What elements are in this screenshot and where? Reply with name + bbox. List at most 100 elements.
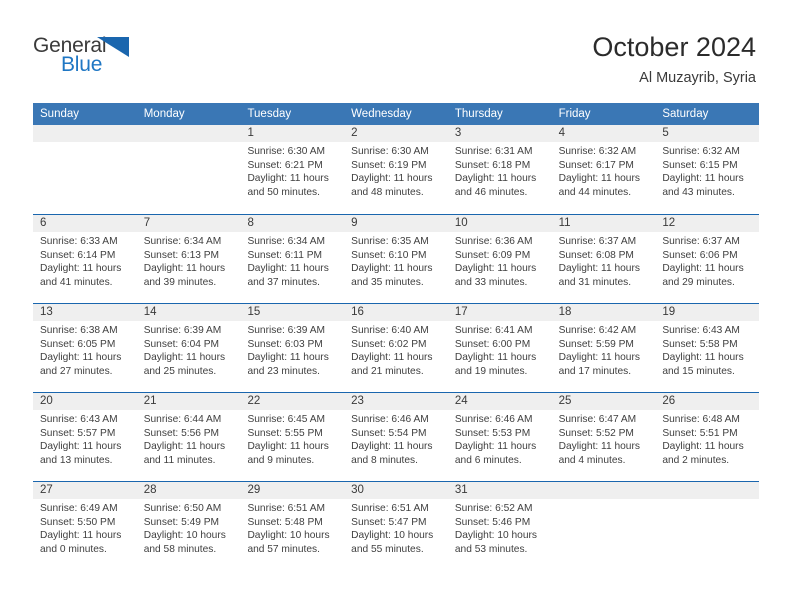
- day-number: 20: [40, 395, 53, 407]
- day-number: 29: [247, 484, 261, 496]
- day-cell[interactable]: 24 Sunrise: 6:46 AM Sunset: 5:53 PM Dayligh…: [448, 393, 552, 481]
- day-info-line: Sunset: 5:58 PM: [662, 338, 738, 350]
- day-info-line: and 8 minutes.: [351, 454, 418, 466]
- day-cell[interactable]: 15 Sunrise: 6:39 AM Sunset: 6:03 PM Dayligh…: [240, 304, 344, 392]
- day-info-line: Sunset: 6:11 PM: [247, 249, 322, 261]
- day-cell[interactable]: 19 Sunrise: 6:43 AM Sunset: 5:58 PM Dayligh…: [655, 304, 759, 392]
- day-sun-info: Sunrise: 6:39 AM Sunset: 6:04 PM Daylight:…: [144, 324, 237, 378]
- day-info-line: Daylight: 11 hours: [143, 263, 226, 275]
- day-sun-info: Sunrise: 6:35 AM Sunset: 6:10 PM Daylight:…: [351, 235, 444, 289]
- day-cell[interactable]: 1 Sunrise: 6:30 AM Sunset: 6:21 PM Daylight…: [240, 125, 344, 214]
- day-info-line: Sunset: 5:54 PM: [351, 427, 427, 439]
- day-info-line: Sunrise: 6:48 AM: [662, 414, 740, 425]
- weekday-header-tuesday: Tuesday: [247, 108, 292, 120]
- day-sun-info: Sunrise: 6:32 AM Sunset: 6:15 PM Daylight:…: [662, 145, 755, 199]
- day-cell[interactable]: 14 Sunrise: 6:39 AM Sunset: 6:04 PM Dayligh…: [137, 304, 241, 392]
- day-cell-empty: [655, 482, 759, 570]
- day-cell[interactable]: 25 Sunrise: 6:47 AM Sunset: 5:52 PM Dayligh…: [552, 393, 656, 481]
- day-info-line: Daylight: 10 hours: [143, 530, 226, 542]
- day-cell[interactable]: 5 Sunrise: 6:32 AM Sunset: 6:15 PM Daylight…: [655, 125, 759, 214]
- day-number: 18: [558, 306, 572, 318]
- day-info-line: Sunset: 5:56 PM: [143, 427, 220, 439]
- day-info-line: and 29 minutes.: [662, 276, 735, 288]
- day-sun-info: Sunrise: 6:42 AM Sunset: 5:59 PM Daylight:…: [559, 324, 652, 378]
- day-cell[interactable]: 28 Sunrise: 6:50 AM Sunset: 5:49 PM Dayligh…: [137, 482, 241, 570]
- day-info-line: Sunset: 6:08 PM: [558, 249, 634, 261]
- day-info-line: Sunrise: 6:51 AM: [351, 503, 429, 514]
- day-info-line: Sunrise: 6:37 AM: [558, 236, 637, 247]
- day-info-line: Sunset: 6:15 PM: [662, 159, 738, 171]
- weekday-header-saturday: Saturday: [662, 108, 709, 120]
- day-info-line: and 6 minutes.: [454, 454, 522, 466]
- day-cell[interactable]: 4 Sunrise: 6:32 AM Sunset: 6:17 PM Daylight…: [552, 125, 656, 214]
- day-cell[interactable]: 18 Sunrise: 6:42 AM Sunset: 5:59 PM Dayligh…: [552, 304, 656, 392]
- day-number: 15: [247, 306, 261, 318]
- day-cell[interactable]: 11 Sunrise: 6:37 AM Sunset: 6:08 PM Dayligh…: [552, 215, 656, 303]
- day-cell[interactable]: 31 Sunrise: 6:52 AM Sunset: 5:46 PM Dayligh…: [448, 482, 552, 570]
- day-info-line: Sunrise: 6:37 AM: [662, 236, 740, 247]
- day-sun-info: Sunrise: 6:46 AM Sunset: 5:54 PM Daylight:…: [351, 413, 444, 467]
- day-info-line: Sunrise: 6:52 AM: [454, 503, 533, 514]
- day-cell[interactable]: 21 Sunrise: 6:44 AM Sunset: 5:56 PM Dayligh…: [137, 393, 241, 481]
- day-sun-info: Sunrise: 6:33 AM Sunset: 6:14 PM Daylight:…: [40, 235, 133, 289]
- day-cell[interactable]: 6 Sunrise: 6:33 AM Sunset: 6:14 PM Daylight…: [33, 215, 137, 303]
- day-cell[interactable]: 22 Sunrise: 6:45 AM Sunset: 5:55 PM Dayligh…: [240, 393, 344, 481]
- weekday-header-sunday: Sunday: [40, 108, 80, 120]
- day-cell[interactable]: 10 Sunrise: 6:36 AM Sunset: 6:09 PM Dayligh…: [448, 215, 552, 303]
- day-cell[interactable]: 23 Sunrise: 6:46 AM Sunset: 5:54 PM Dayligh…: [344, 393, 448, 481]
- day-info-line: Daylight: 11 hours: [247, 263, 329, 275]
- day-sun-info: Sunrise: 6:49 AM Sunset: 5:50 PM Daylight:…: [40, 502, 133, 556]
- day-number: 16: [351, 306, 364, 318]
- day-cell[interactable]: 8 Sunrise: 6:34 AM Sunset: 6:11 PM Daylight…: [240, 215, 344, 303]
- day-info-line: Sunset: 5:55 PM: [247, 427, 323, 439]
- day-cell[interactable]: 3 Sunrise: 6:31 AM Sunset: 6:18 PM Daylight…: [448, 125, 552, 214]
- page-subtitle-location: Al Muzayrib, Syria: [639, 70, 756, 86]
- day-cell[interactable]: 16 Sunrise: 6:40 AM Sunset: 6:02 PM Dayligh…: [344, 304, 448, 392]
- day-number: 28: [143, 484, 157, 496]
- day-cell[interactable]: 20 Sunrise: 6:43 AM Sunset: 5:57 PM Dayligh…: [33, 393, 137, 481]
- day-sun-info: Sunrise: 6:47 AM Sunset: 5:52 PM Daylight:…: [559, 413, 652, 467]
- day-cell[interactable]: 27 Sunrise: 6:49 AM Sunset: 5:50 PM Dayligh…: [33, 482, 137, 570]
- general-blue-logo[interactable]: General Blue: [33, 34, 153, 82]
- day-info-line: and 2 minutes.: [662, 454, 730, 466]
- day-info-line: and 27 minutes.: [40, 365, 113, 377]
- day-number: 1: [247, 127, 254, 139]
- day-info-line: Daylight: 11 hours: [662, 441, 744, 453]
- day-info-line: Sunset: 6:05 PM: [40, 338, 116, 350]
- day-info-line: Daylight: 11 hours: [662, 173, 744, 185]
- day-number: 12: [662, 217, 676, 229]
- day-info-line: Daylight: 10 hours: [454, 530, 537, 542]
- day-info-line: and 50 minutes.: [247, 186, 320, 198]
- day-info-line: and 21 minutes.: [351, 365, 424, 377]
- day-number: 3: [454, 127, 462, 139]
- day-cell[interactable]: 2 Sunrise: 6:30 AM Sunset: 6:19 PM Daylight…: [344, 125, 448, 214]
- day-info-line: Daylight: 11 hours: [558, 263, 640, 275]
- day-cell[interactable]: 12 Sunrise: 6:37 AM Sunset: 6:06 PM Dayligh…: [655, 215, 759, 303]
- day-info-line: Sunrise: 6:44 AM: [143, 414, 222, 425]
- day-number: 17: [454, 306, 468, 318]
- day-cell[interactable]: 13 Sunrise: 6:38 AM Sunset: 6:05 PM Dayligh…: [33, 304, 137, 392]
- day-sun-info: Sunrise: 6:38 AM Sunset: 6:05 PM Daylight:…: [40, 324, 133, 378]
- day-cell[interactable]: 7 Sunrise: 6:34 AM Sunset: 6:13 PM Daylight…: [137, 215, 241, 303]
- day-info-line: Sunrise: 6:33 AM: [40, 236, 118, 247]
- day-info-line: Sunset: 6:14 PM: [40, 249, 116, 261]
- day-sun-info: Sunrise: 6:36 AM Sunset: 6:09 PM Daylight:…: [455, 235, 548, 289]
- day-number: 14: [143, 306, 157, 318]
- day-number: 27: [40, 484, 53, 496]
- day-cell[interactable]: 26 Sunrise: 6:48 AM Sunset: 5:51 PM Dayligh…: [655, 393, 759, 481]
- day-info-line: and 31 minutes.: [558, 276, 632, 288]
- day-cell[interactable]: 17 Sunrise: 6:41 AM Sunset: 6:00 PM Dayligh…: [448, 304, 552, 392]
- day-number: 26: [662, 395, 676, 407]
- calendar-week-row: 6 Sunrise: 6:33 AM Sunset: 6:14 PM Daylight…: [33, 214, 759, 303]
- day-sun-info: Sunrise: 6:48 AM Sunset: 5:51 PM Daylight:…: [662, 413, 755, 467]
- day-cell[interactable]: 29 Sunrise: 6:51 AM Sunset: 5:48 PM Dayligh…: [240, 482, 344, 570]
- day-info-line: Sunrise: 6:34 AM: [247, 236, 326, 247]
- day-cell-empty: [33, 125, 137, 214]
- day-info-line: Sunset: 6:19 PM: [351, 159, 427, 171]
- day-number: 8: [247, 217, 254, 229]
- day-info-line: Sunrise: 6:45 AM: [247, 414, 326, 425]
- day-cell[interactable]: 9 Sunrise: 6:35 AM Sunset: 6:10 PM Daylight…: [344, 215, 448, 303]
- day-info-line: and 0 minutes.: [40, 543, 107, 555]
- day-info-line: Sunset: 6:17 PM: [558, 159, 634, 171]
- day-cell[interactable]: 30 Sunrise: 6:51 AM Sunset: 5:47 PM Dayligh…: [344, 482, 448, 570]
